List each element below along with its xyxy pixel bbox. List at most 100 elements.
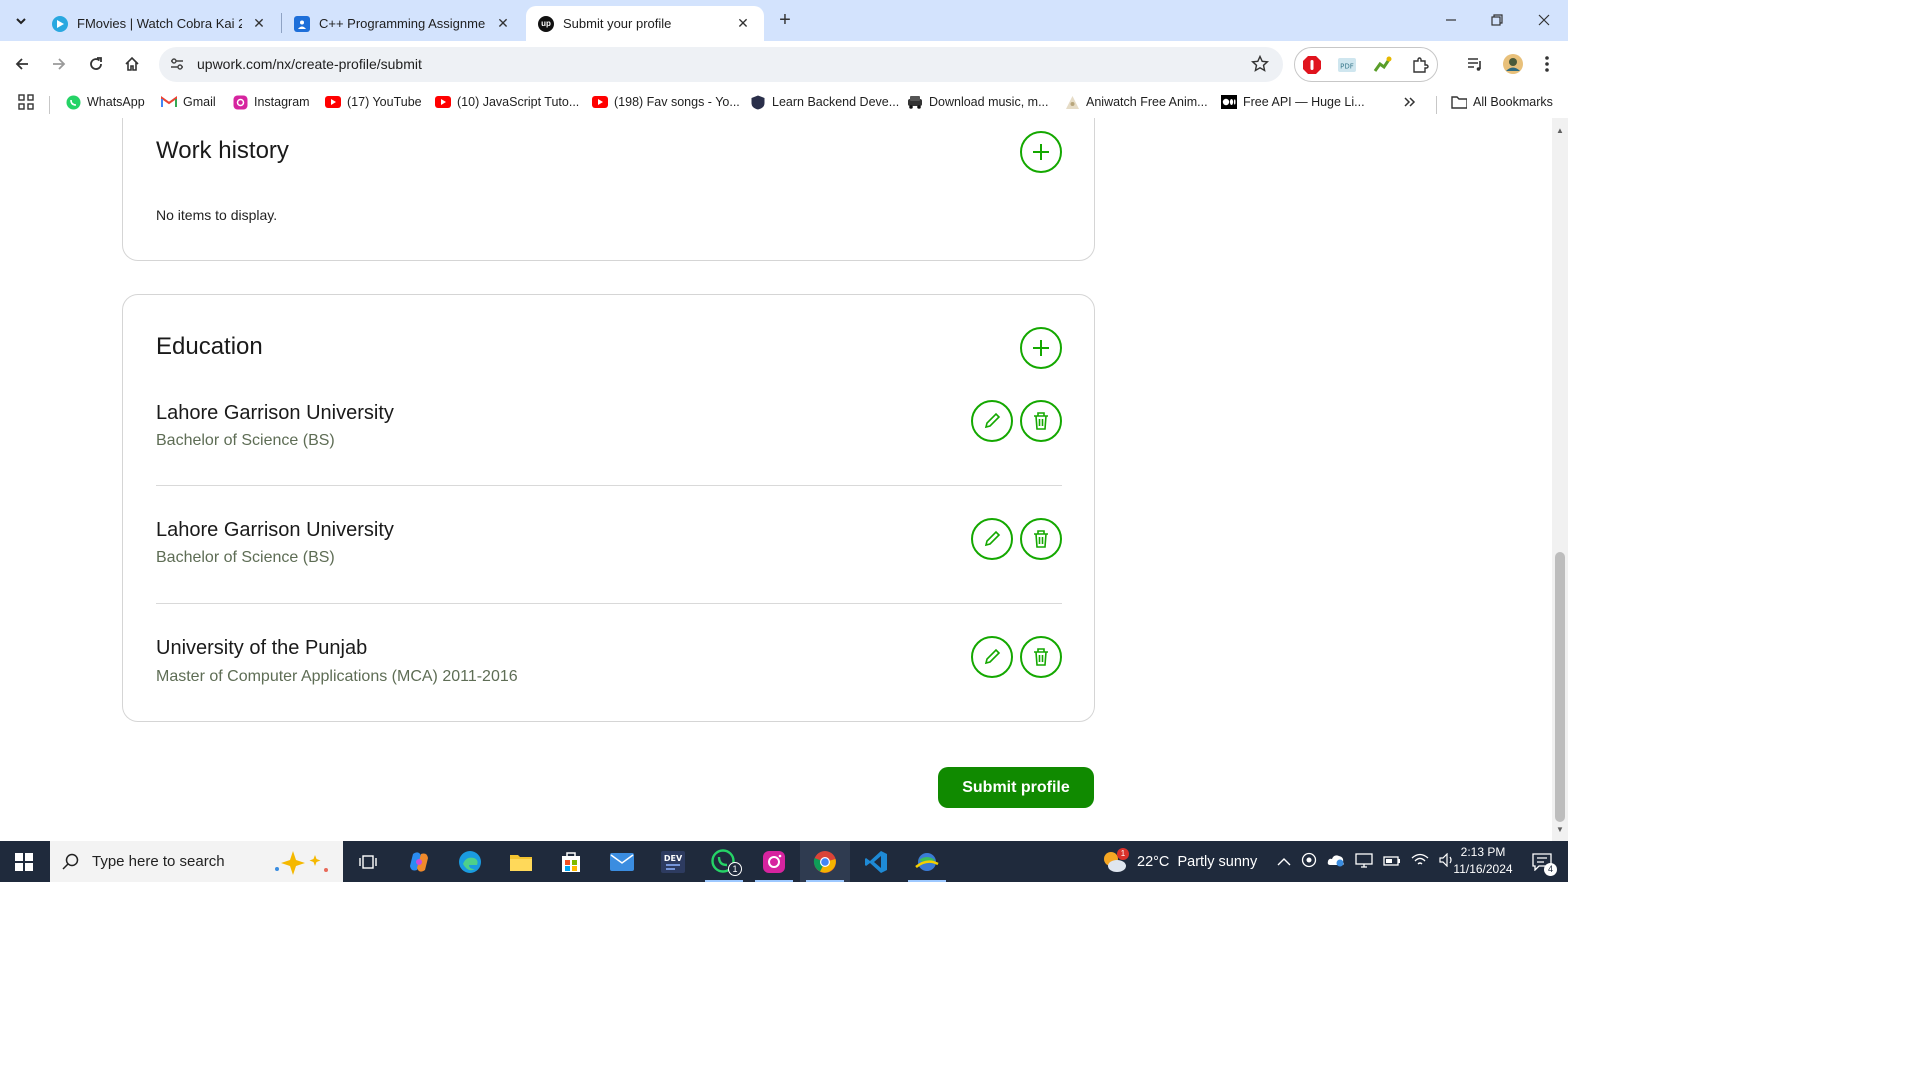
add-education-button[interactable] — [1020, 327, 1062, 369]
bookmark-fav-songs[interactable]: (198) Fav songs - Yo... — [592, 94, 740, 110]
bookmark-label: (10) JavaScript Tuto... — [457, 95, 580, 109]
chrome-app[interactable] — [800, 841, 850, 882]
tab-submit-profile[interactable]: up Submit your profile ✕ — [526, 6, 764, 41]
minimize-button[interactable] — [1428, 0, 1474, 40]
copilot-app[interactable] — [394, 841, 444, 882]
close-icon[interactable]: ✕ — [494, 15, 512, 32]
car-icon — [907, 94, 923, 110]
bookmark-javascript-tutorial[interactable]: (10) JavaScript Tuto... — [435, 94, 579, 110]
taskbar-search-box[interactable]: Type here to search — [50, 841, 343, 882]
instagram-app[interactable] — [749, 841, 799, 882]
weather-widget[interactable]: 1 22°C Partly sunny — [1101, 841, 1257, 882]
tab-fmovies[interactable]: FMovies | Watch Cobra Kai 2018 ✕ — [40, 6, 280, 41]
add-work-history-button[interactable] — [1020, 131, 1062, 173]
url-text: upwork.com/nx/create-profile/submit — [197, 56, 422, 72]
bookmark-youtube[interactable]: (17) YouTube — [325, 94, 422, 110]
delete-education-button[interactable] — [1020, 400, 1062, 442]
gmail-icon — [161, 94, 177, 110]
tab-title: FMovies | Watch Cobra Kai 2018 — [77, 16, 242, 31]
onedrive-icon[interactable] — [1327, 853, 1345, 870]
edit-education-button[interactable] — [971, 400, 1013, 442]
page-scrollbar[interactable]: ▲ ▼ — [1552, 118, 1568, 841]
whatsapp-app[interactable]: 1 — [699, 841, 749, 882]
wifi-icon[interactable] — [1411, 853, 1429, 870]
snipping-tool-app[interactable] — [902, 841, 952, 882]
task-view-button[interactable] — [343, 841, 393, 882]
bookmark-download-music[interactable]: Download music, m... — [907, 94, 1048, 110]
instagram-icon — [763, 850, 785, 873]
new-tab-button[interactable]: + — [774, 9, 796, 31]
edge-icon — [459, 850, 481, 873]
tab-search-button[interactable] — [8, 8, 34, 34]
address-bar[interactable]: upwork.com/nx/create-profile/submit — [159, 47, 1283, 82]
weather-text: 22°C Partly sunny — [1137, 853, 1258, 870]
trash-icon — [1034, 412, 1048, 430]
task-view-icon — [359, 854, 377, 869]
site-settings-icon[interactable] — [169, 56, 185, 77]
notifications-button[interactable]: 4 — [1526, 841, 1558, 882]
back-button[interactable] — [9, 51, 35, 77]
home-button[interactable] — [119, 51, 145, 77]
bookmark-aniwatch[interactable]: Aniwatch Free Anim... — [1064, 94, 1208, 110]
youtube-icon — [325, 94, 341, 110]
arrow-left-icon — [15, 58, 28, 70]
search-placeholder: Type here to search — [92, 853, 225, 870]
youtube-icon — [435, 94, 451, 110]
close-window-button[interactable] — [1521, 0, 1567, 40]
submit-profile-button[interactable]: Submit profile — [938, 767, 1094, 808]
security-icon[interactable] — [1301, 852, 1317, 871]
adblock-extension-icon[interactable] — [1302, 55, 1322, 75]
bookmark-instagram[interactable]: Instagram — [232, 94, 310, 110]
bookmark-label: Instagram — [254, 95, 310, 109]
restore-button[interactable] — [1474, 0, 1520, 40]
page-content: Work history No items to display. Educat… — [0, 118, 1552, 841]
edit-education-button[interactable] — [971, 636, 1013, 678]
work-history-card: Work history No items to display. — [122, 118, 1095, 261]
mail-app[interactable] — [597, 841, 647, 882]
pdf-editor-extension-icon[interactable] — [1373, 55, 1393, 75]
bookmark-label: (17) YouTube — [347, 95, 422, 109]
start-button[interactable] — [0, 841, 48, 882]
scroll-down-arrow-icon[interactable]: ▼ — [1556, 825, 1564, 834]
forward-button[interactable] — [46, 51, 72, 77]
browser-toolbar: upwork.com/nx/create-profile/submit PDF — [0, 41, 1568, 88]
scrollbar-thumb[interactable] — [1555, 552, 1565, 822]
edit-education-button[interactable] — [971, 518, 1013, 560]
reload-button[interactable] — [83, 51, 109, 77]
file-explorer-app[interactable] — [496, 841, 546, 882]
system-clock[interactable]: 2:13 PM 11/16/2024 — [1440, 844, 1526, 878]
bookmark-learn-backend[interactable]: Learn Backend Deve... — [750, 94, 899, 110]
puzzle-icon[interactable] — [1410, 55, 1430, 75]
play-icon — [52, 15, 68, 32]
delete-education-button[interactable] — [1020, 636, 1062, 678]
close-icon[interactable]: ✕ — [734, 15, 752, 32]
battery-icon[interactable] — [1383, 854, 1401, 870]
notification-count: 4 — [1544, 863, 1557, 876]
profile-button[interactable] — [1500, 51, 1526, 77]
more-bookmarks-button[interactable] — [1403, 95, 1417, 109]
store-app[interactable] — [546, 841, 596, 882]
pdf-extension-icon[interactable]: PDF — [1337, 55, 1357, 75]
media-control-button[interactable] — [1462, 51, 1488, 77]
education-divider — [156, 485, 1062, 486]
display-icon[interactable] — [1355, 852, 1373, 871]
upwork-icon: up — [538, 15, 554, 32]
bookmark-gmail[interactable]: Gmail — [161, 94, 216, 110]
browser-menu-button[interactable] — [1534, 51, 1560, 77]
tab-title: C++ Programming Assignment — [319, 16, 486, 31]
bookmark-free-api[interactable]: Free API — Huge Li... — [1221, 94, 1365, 110]
close-icon[interactable]: ✕ — [250, 15, 268, 32]
bookmark-star-icon[interactable] — [1250, 54, 1270, 78]
edge-app[interactable] — [445, 841, 495, 882]
chevron-up-icon[interactable] — [1277, 854, 1291, 870]
home-icon — [125, 56, 139, 71]
apps-button[interactable] — [18, 94, 34, 110]
tab-cpp-assignment[interactable]: C++ Programming Assignment ✕ — [282, 6, 524, 41]
delete-education-button[interactable] — [1020, 518, 1062, 560]
vscode-app[interactable] — [851, 841, 901, 882]
all-bookmarks-button[interactable]: All Bookmarks — [1451, 94, 1553, 110]
dev-app[interactable]: DEV — [648, 841, 698, 882]
scroll-up-arrow-icon[interactable]: ▲ — [1556, 126, 1564, 135]
medium-icon — [1221, 94, 1237, 110]
bookmark-whatsapp[interactable]: WhatsApp — [65, 94, 145, 110]
